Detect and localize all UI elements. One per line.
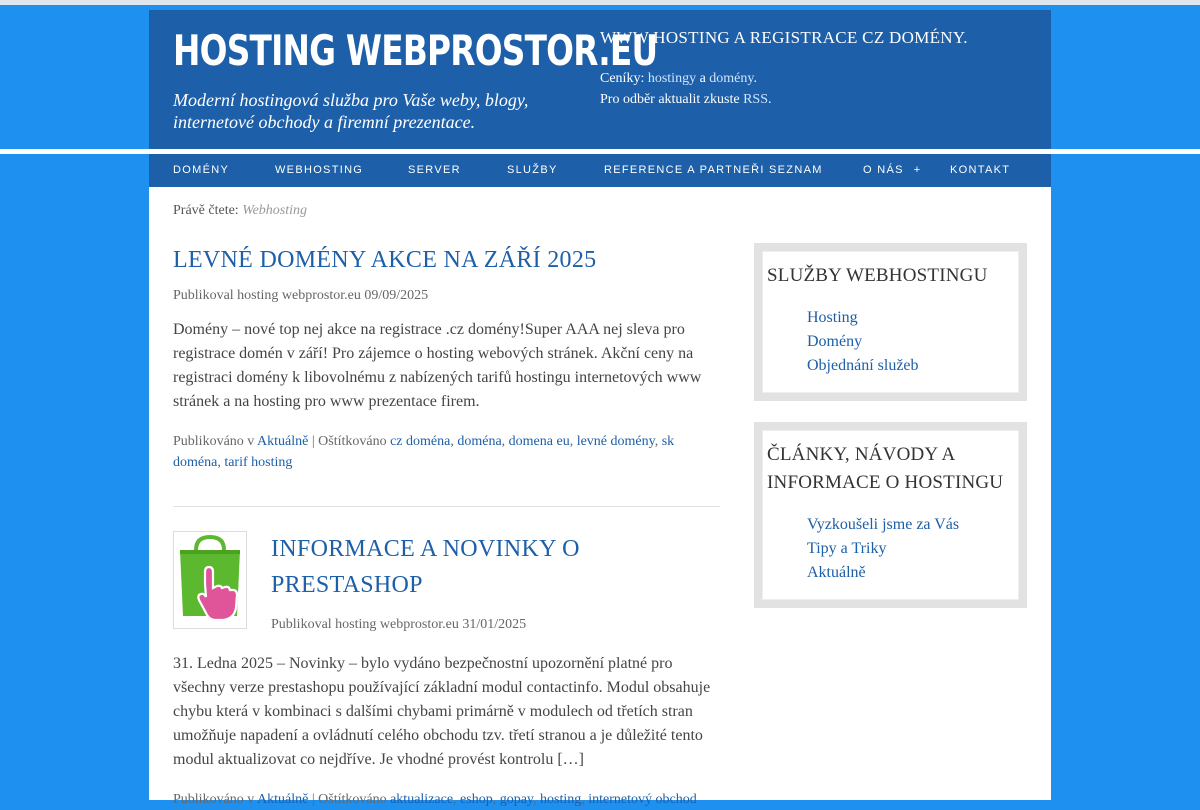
rss-line: Pro odběr aktualit zkuste RSS. xyxy=(600,89,1030,110)
rss-label: Pro odběr aktualit zkuste xyxy=(600,92,744,107)
prices-line: Ceníky: hostingy a domény. xyxy=(600,68,1030,89)
list-item: Objednání služeb xyxy=(807,354,1014,378)
sidebar-widget-services: SLUŽBY WEBHOSTINGU Hosting Domény Objedn… xyxy=(754,243,1027,401)
header-info-title: WWW HOSTING A REGISTRACE CZ DOMÉNY. xyxy=(600,28,968,47)
site-title[interactable]: HOSTING WEBPROSTOR.EU xyxy=(173,26,658,75)
tag-link[interactable]: doména xyxy=(457,434,501,449)
nav-item-reference[interactable]: Reference a partneři seznam xyxy=(604,154,823,187)
post-title[interactable]: INFORMACE A NOVINKY O PRESTASHOP xyxy=(271,531,701,603)
post-thumbnail[interactable] xyxy=(173,531,247,629)
nav-item-domeny[interactable]: Domény xyxy=(173,154,229,187)
hostingy-link[interactable]: hostingy xyxy=(648,71,696,86)
post-excerpt: Domény – nové top nej akce na registrace… xyxy=(173,321,702,410)
widget-title: SLUŽBY WEBHOSTINGU xyxy=(767,265,988,286)
main-content: Právě čtete: Webhosting LEVNÉ DOMÉNY AKC… xyxy=(149,187,1051,807)
post-1: LEVNÉ DOMÉNY AKCE NA ZÁŘÍ 2025 Publikova… xyxy=(173,247,720,473)
widget-links: Hosting Domény Objednání služeb xyxy=(767,306,1014,378)
category-label: Publikováno v xyxy=(173,434,258,449)
breadcrumb-current: Webhosting xyxy=(242,203,308,218)
post-2: 31. Ledna 2025 – Novinky – bylo vydáno b… xyxy=(173,652,720,810)
post-divider xyxy=(173,506,720,507)
post-meta: Publikoval hosting webprostor.eu 31/01/2… xyxy=(271,617,527,632)
domeny-link[interactable]: domény xyxy=(709,71,753,86)
breadcrumb: Právě čtete: Webhosting xyxy=(173,203,307,219)
prices-label: Ceníky: xyxy=(600,71,648,86)
post-meta: Publikoval hosting webprostor.eu 09/09/2… xyxy=(173,288,429,303)
tag-link[interactable]: cz doména xyxy=(390,434,450,449)
nav-item-webhosting[interactable]: Webhosting xyxy=(275,154,363,187)
tag-link[interactable]: domena eu xyxy=(509,434,570,449)
submenu-plus-icon[interactable]: + xyxy=(914,164,922,176)
breadcrumb-label: Právě čtete: xyxy=(173,203,243,218)
post-excerpt: 31. Ledna 2025 – Novinky – bylo vydáno b… xyxy=(173,655,711,768)
prices-end: . xyxy=(753,71,758,86)
nav-item-server[interactable]: Server xyxy=(408,154,461,187)
nav-item-kontakt[interactable]: Kontakt xyxy=(950,154,1010,187)
rss-link[interactable]: RSS xyxy=(743,92,768,107)
list-item: Vyzkoušeli jsme za Vás xyxy=(807,513,1014,537)
tags-label: | Oštítkováno xyxy=(308,434,391,449)
sidebar-link-vyzkouseli[interactable]: Vyzkoušeli jsme za Vás xyxy=(807,516,959,533)
tag-link[interactable]: tarif hosting xyxy=(224,455,292,470)
top-bar xyxy=(0,0,1200,10)
widget-links: Vyzkoušeli jsme za Vás Tipy a Triky Aktu… xyxy=(767,513,1014,585)
site-tagline: Moderní hostingová služba pro Vaše weby,… xyxy=(173,90,529,132)
sidebar-widget-articles: ČLÁNKY, NÁVODY A INFORMACE O HOSTINGU Vy… xyxy=(754,422,1027,608)
category-link[interactable]: Aktuálně xyxy=(257,434,308,449)
sidebar-link-domeny[interactable]: Domény xyxy=(807,333,862,350)
main-nav: Domény Webhosting Server Služby Referenc… xyxy=(149,154,1051,187)
list-item: Aktuálně xyxy=(807,561,1014,585)
post-tags: Publikováno v Aktuálně | Oštítkováno cz … xyxy=(173,434,675,470)
widget-title: ČLÁNKY, NÁVODY A INFORMACE O HOSTINGU xyxy=(767,444,1004,493)
sidebar-link-objednani[interactable]: Objednání služeb xyxy=(807,357,919,374)
tag-link[interactable]: levné domény xyxy=(577,434,655,449)
post-title[interactable]: LEVNÉ DOMÉNY AKCE NA ZÁŘÍ 2025 xyxy=(173,247,720,274)
rss-end: . xyxy=(768,92,772,107)
nav-item-o-nas-label: O nás xyxy=(863,164,904,176)
sidebar-link-hosting[interactable]: Hosting xyxy=(807,309,858,326)
sidebar-link-tipy[interactable]: Tipy a Triky xyxy=(807,540,886,557)
prices-and: a xyxy=(696,71,710,86)
list-item: Domény xyxy=(807,330,1014,354)
list-item: Tipy a Triky xyxy=(807,537,1014,561)
site-header: HOSTING WEBPROSTOR.EU Moderní hostingová… xyxy=(149,10,1051,149)
list-item: Hosting xyxy=(807,306,1014,330)
header-info: WWW HOSTING A REGISTRACE CZ DOMÉNY. Cení… xyxy=(600,28,1030,110)
shopping-bag-hand-icon xyxy=(180,534,240,622)
sidebar-link-aktualne[interactable]: Aktuálně xyxy=(807,564,866,581)
nav-item-o-nas[interactable]: O nás + xyxy=(863,154,921,187)
nav-item-sluzby[interactable]: Služby xyxy=(507,154,558,187)
